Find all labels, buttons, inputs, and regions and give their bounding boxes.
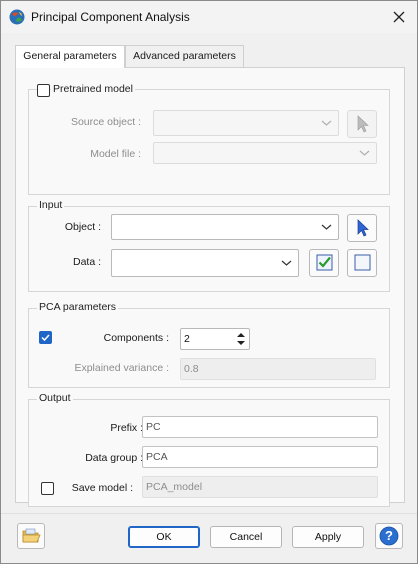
model-file-combo[interactable] — [153, 142, 377, 164]
tab-advanced-parameters[interactable]: Advanced parameters — [125, 45, 244, 67]
explained-variance-field[interactable]: 0.8 — [180, 358, 376, 380]
data-group-value: PCA — [146, 451, 168, 463]
pca-parameters-title: PCA parameters — [37, 301, 119, 313]
input-group: Input Object : Data : — [28, 199, 390, 292]
pca-parameters-group: PCA parameters Components : 2 Explained … — [28, 301, 390, 388]
chevron-down-icon — [281, 260, 292, 266]
folder-icon — [22, 528, 41, 543]
save-model-checkbox[interactable] — [41, 482, 54, 495]
save-model-value: PCA_model — [146, 481, 203, 493]
footer-divider — [1, 513, 417, 514]
tab-advanced-label: Advanced parameters — [133, 50, 236, 62]
open-folder-button[interactable] — [17, 523, 45, 549]
tab-control: General parameters Advanced parameters P… — [15, 45, 405, 507]
save-model-label: Save model : — [71, 482, 133, 494]
help-symbol: ? — [385, 528, 393, 543]
dialog-window: Principal Component Analysis General par… — [0, 0, 418, 564]
title-bar: Principal Component Analysis — [1, 1, 417, 33]
spin-arrows-icon[interactable] — [234, 330, 248, 348]
close-icon[interactable] — [387, 5, 411, 29]
prefix-field[interactable]: PC — [142, 416, 378, 438]
chevron-down-icon — [359, 150, 370, 156]
tab-general-parameters[interactable]: General parameters — [15, 45, 125, 68]
chevron-down-icon — [321, 120, 332, 126]
pretrained-model-label: Pretrained model — [51, 83, 135, 95]
data-group-label: Data group : — [85, 452, 143, 464]
data-label: Data : — [72, 256, 101, 268]
checkbox-empty-icon — [354, 254, 371, 271]
object-label: Object : — [64, 221, 101, 233]
data-group-field[interactable]: PCA — [142, 446, 378, 468]
source-object-label: Source object : — [70, 116, 141, 128]
prefix-label: Prefix : — [110, 422, 143, 434]
components-spinbox[interactable]: 2 — [180, 328, 250, 350]
save-model-field[interactable]: PCA_model — [142, 476, 378, 498]
output-group-title: Output — [37, 392, 73, 404]
components-value: 2 — [184, 333, 190, 345]
pointer-arrow-icon — [357, 219, 369, 237]
prefix-value: PC — [146, 421, 161, 433]
components-label: Components : — [103, 332, 169, 344]
object-combo[interactable] — [111, 214, 339, 240]
explained-variance-label: Explained variance : — [74, 362, 169, 374]
select-all-data-button[interactable] — [309, 249, 339, 277]
cancel-button[interactable]: Cancel — [210, 526, 282, 548]
components-checkbox[interactable] — [39, 331, 52, 344]
explained-variance-value: 0.8 — [184, 363, 199, 375]
deselect-all-data-button[interactable] — [347, 249, 377, 277]
checkmark-icon — [41, 334, 50, 342]
source-object-combo[interactable] — [153, 110, 339, 136]
output-group: Output Prefix : PC Data group : PCA Save… — [28, 392, 390, 507]
model-file-label: Model file : — [90, 148, 141, 160]
tab-general-label: General parameters — [23, 50, 117, 62]
apply-button[interactable]: Apply — [292, 526, 364, 548]
object-pick-button[interactable] — [347, 214, 377, 242]
window-title: Principal Component Analysis — [31, 10, 190, 24]
checkbox-checked-icon — [316, 254, 333, 271]
data-combo[interactable] — [111, 249, 299, 277]
pretrained-model-group: Pretrained model Source object : Model f… — [28, 83, 390, 195]
source-object-pick-button[interactable] — [347, 110, 377, 138]
pointer-arrow-icon — [357, 115, 369, 133]
input-group-title: Input — [37, 199, 65, 211]
app-globe-icon — [9, 9, 25, 25]
ok-button[interactable]: OK — [128, 526, 200, 548]
pretrained-model-checkbox[interactable] — [37, 84, 50, 97]
general-parameters-panel: Pretrained model Source object : Model f… — [15, 67, 405, 507]
help-button[interactable]: ? — [375, 523, 403, 549]
chevron-down-icon — [321, 224, 332, 230]
